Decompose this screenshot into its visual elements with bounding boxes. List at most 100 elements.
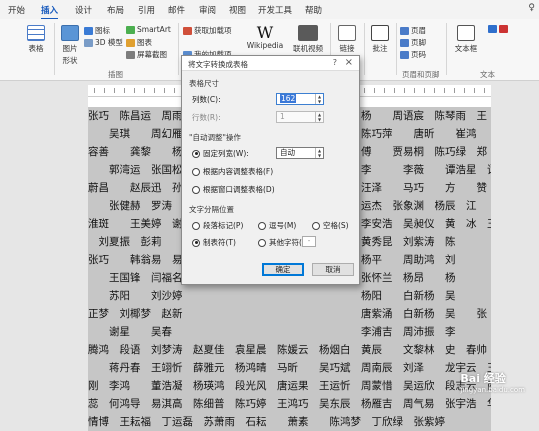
ruler-tick (454, 88, 455, 93)
text-line[interactable]: 蒋丹春 王翊忻 薛雅元 杨鸿晴 马昕 吴巧斌 周南辰 刘泽 龙宇云 王 (88, 359, 491, 377)
wikipedia-button[interactable]: W Wikipedia (245, 23, 285, 50)
comment-button[interactable]: 批注 (368, 25, 392, 54)
tab-review[interactable]: 审阅 (199, 4, 216, 16)
text-line[interactable]: 谢星 吴春 李浦吉 周沛振 李 (88, 323, 491, 341)
watermark-main: Bai 经验 (460, 372, 506, 385)
table-icon (27, 25, 45, 41)
tab-layout[interactable]: 布局 (107, 4, 124, 16)
header-button[interactable]: 页眉 (400, 25, 426, 36)
link-button[interactable]: 链接 (335, 25, 359, 54)
cube-icon (84, 38, 93, 47)
ruler-tick (104, 88, 105, 93)
table-button[interactable]: 表格 (24, 25, 48, 54)
fixed-width-option[interactable]: 固定列宽(W): (192, 148, 249, 159)
ruler-tick (134, 88, 135, 93)
chart-icon (126, 38, 135, 47)
divider (446, 23, 447, 75)
autofit-content-option[interactable]: 根据内容调整表格(F) (192, 166, 273, 177)
divider (54, 23, 55, 75)
get-addins-button[interactable]: 获取加载项 (183, 25, 232, 36)
smartart-button[interactable]: SmartArt (126, 25, 171, 34)
chart-label: 图表 (137, 38, 152, 47)
page-number-icon (400, 50, 409, 59)
table-label: 表格 (28, 44, 44, 53)
radio-icon[interactable] (192, 221, 200, 230)
tab-references[interactable]: 引用 (138, 4, 155, 16)
3d-models-label: 3D 模型 (95, 38, 123, 47)
autofit-window-option[interactable]: 根据窗口调整表格(D) (192, 184, 275, 195)
tab-insert[interactable]: 插入 (41, 4, 59, 20)
tab-home[interactable]: 开始 (8, 4, 25, 16)
footer-label: 页脚 (411, 38, 426, 47)
radio-icon[interactable] (192, 167, 200, 176)
radio-icon[interactable] (258, 238, 266, 247)
close-icon[interactable]: × (345, 57, 353, 68)
chart-button[interactable]: 图表 (126, 37, 152, 48)
sep-paragraph-option[interactable]: 段落标记(P) (192, 220, 243, 231)
ruler-tick (484, 88, 485, 93)
page-number-button[interactable]: 页码 (400, 49, 426, 60)
text-line[interactable]: 苏阳 刘沙婷 杨阳 白新杨 吴 (88, 287, 491, 305)
spin-down-icon[interactable]: ▼ (315, 153, 323, 158)
radio-icon[interactable] (192, 185, 200, 194)
dialog-title: 将文字转换成表格 (188, 60, 248, 69)
3d-models-button[interactable]: 3D 模型 (84, 37, 123, 48)
rows-spinner: 1 ▲ ▼ (276, 111, 324, 123)
store-icon (183, 26, 192, 35)
ok-button[interactable]: 确定 (262, 263, 304, 276)
spin-down-icon[interactable]: ▼ (315, 99, 323, 104)
text-line[interactable]: 刚 李鸿 董浩凝 杨瑛鸿 段光风 唐运果 王运忻 周蒙惜 吴运欣 段志云 西 (88, 377, 491, 395)
picture-button[interactable]: 图片 (58, 25, 82, 54)
link-icon (338, 25, 356, 41)
wordart-icon (499, 25, 508, 33)
radio-icon[interactable] (192, 238, 200, 247)
tab-view[interactable]: 视图 (229, 4, 246, 16)
wikipedia-icon: W (256, 23, 274, 42)
radio-icon[interactable] (258, 221, 266, 230)
shapes-button[interactable]: 形状 (58, 55, 82, 66)
sep-tab-option[interactable]: 制表符(T) (192, 237, 236, 248)
link-label: 链接 (339, 44, 355, 53)
watermark-sub: jingyan.baidu.com (460, 386, 525, 394)
text-line[interactable]: 蕊 何鸿导 易淇高 陈细普 陈巧婷 王鸿巧 吴东辰 杨雁吉 周气易 张宇浩 华 (88, 395, 491, 413)
text-tools-button[interactable] (488, 25, 508, 33)
ruler-tick (404, 88, 405, 93)
ruler-tick (384, 88, 385, 93)
ruler-tick (114, 88, 115, 93)
fixed-width-value: 自动 (280, 148, 295, 157)
text-line[interactable]: 腾鸿 段语 刘梦涛 赵夏佳 袁星晨 陈媛云 杨烟白 黄辰 文黎林 史 春帅 (88, 341, 491, 359)
header-label: 页眉 (411, 26, 426, 35)
sep-other-input[interactable]: - (302, 236, 316, 247)
tab-mailings[interactable]: 邮件 (168, 4, 185, 16)
tab-developer[interactable]: 开发工具 (258, 4, 292, 16)
separator-heading: 文字分隔位置 (189, 205, 234, 214)
radio-icon[interactable] (312, 221, 320, 230)
help-icon[interactable]: ? (333, 58, 337, 67)
text-line[interactable]: 情博 王耘福 丁运磊 苏萧雨 石耘 萧素 陈鸿梦 丁欣绿 张紫婷 (88, 413, 491, 431)
footer-button[interactable]: 页脚 (400, 37, 426, 48)
shapes-label: 形状 (62, 56, 78, 65)
online-video-button[interactable]: 联机视频 (292, 25, 324, 54)
textbox-button[interactable]: 文本框 (452, 25, 480, 54)
tab-design[interactable]: 设计 (75, 4, 92, 16)
ruler-tick (374, 88, 375, 93)
radio-icon[interactable] (192, 149, 200, 158)
tab-help[interactable]: 帮助 (305, 4, 322, 16)
dialog-title-bar[interactable]: 将文字转换成表格 ? × (182, 56, 359, 71)
ruler-tick (174, 88, 175, 93)
lightbulb-icon[interactable]: ♀ (528, 3, 535, 13)
rows-label: 行数(R): (192, 113, 221, 122)
fixed-width-spinner[interactable]: 自动 ▲ ▼ (276, 147, 324, 159)
autofit-heading: "自动调整"操作 (189, 133, 241, 142)
textbox-icon (457, 25, 475, 41)
sep-space-option[interactable]: 空格(S) (312, 220, 349, 231)
comment-icon (371, 25, 389, 41)
text-line[interactable]: 正梦 刘椰梦 赵新 唐紫涌 白新杨 吴 张 (88, 305, 491, 323)
icons-button[interactable]: 图标 (84, 25, 110, 36)
screenshot-button[interactable]: 屏幕截图 (126, 49, 167, 60)
cancel-button[interactable]: 取消 (312, 263, 354, 276)
smartart-icon (126, 25, 135, 34)
ribbon-tab-bar: 开始 插入 设计 布局 引用 邮件 审阅 视图 开发工具 帮助 ♀ (0, 0, 539, 20)
columns-spinner[interactable]: 162 ▲ ▼ (276, 93, 324, 105)
sep-comma-option[interactable]: 逗号(M) (258, 220, 296, 231)
